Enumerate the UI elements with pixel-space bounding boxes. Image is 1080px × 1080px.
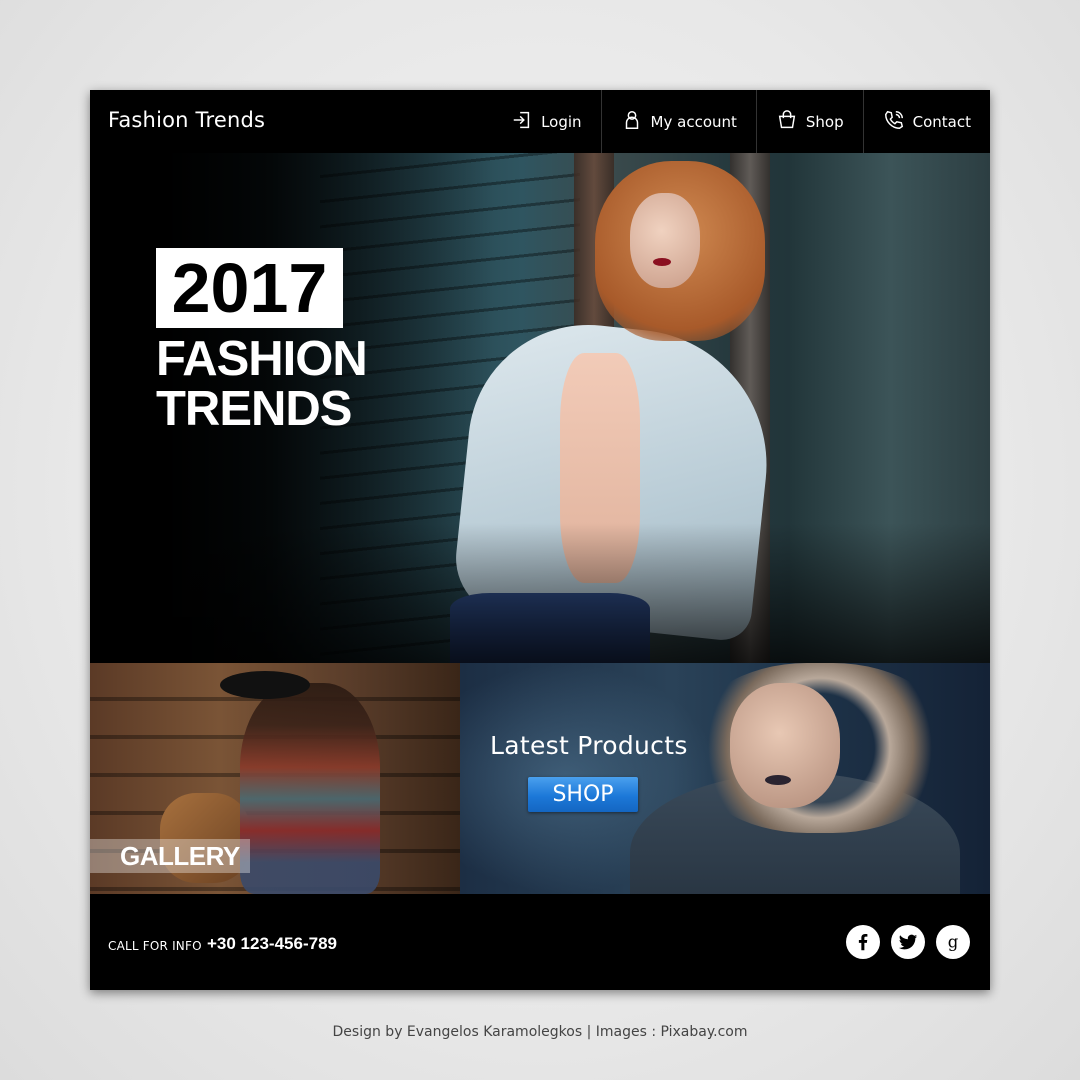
gallery-link[interactable]: GALLERY [120,841,240,872]
page-frame: Fashion Trends Login My account Shop Con… [90,90,990,990]
social-links: g [846,925,970,959]
hero-model-lips [653,258,671,266]
twitter-icon[interactable] [891,925,925,959]
main-nav: Login My account Shop Contact [492,90,990,153]
nav-my-account-label: My account [650,112,737,131]
latest-products-panel: Latest Products SHOP [460,663,990,894]
header: Fashion Trends Login My account Shop Con… [90,90,990,153]
gallery-model [240,683,380,894]
nav-my-account[interactable]: My account [602,90,756,153]
call-for-info-label: CALL FOR INFO [108,939,202,953]
latest-model-face [730,683,840,808]
phone-icon [883,109,905,135]
nav-contact-label: Contact [912,112,971,131]
user-icon [621,109,643,135]
nav-shop-label: Shop [805,112,844,131]
hero-headline-line2: TRENDS [156,382,352,436]
google-icon[interactable]: g [936,925,970,959]
hero-title: 2017 FASHION TRENDS [156,248,368,436]
hero-model-face [630,193,700,288]
design-credit: Design by Evangelos Karamolegkos | Image… [332,1024,748,1040]
footer: CALL FOR INFO +30 123-456-789 g [90,894,990,990]
latest-model-lips [765,775,791,785]
hero-shadow [90,523,990,663]
site-logo[interactable]: Fashion Trends [108,108,265,132]
facebook-icon[interactable] [846,925,880,959]
nav-login-label: Login [541,112,582,131]
svg-text:g: g [948,933,959,952]
hero-year: 2017 [156,248,343,328]
nav-login[interactable]: Login [492,90,600,153]
hero-headline-line1: FASHION [156,332,368,386]
latest-products-title: Latest Products [490,731,688,760]
gallery-panel[interactable]: GALLERY [90,663,460,894]
nav-contact[interactable]: Contact [864,90,990,153]
hero-headline: FASHION TRENDS [156,332,368,436]
shop-button[interactable]: SHOP [528,777,638,812]
nav-shop[interactable]: Shop [757,90,863,153]
gallery-model-hat [220,671,310,699]
hero-banner: 2017 FASHION TRENDS [90,153,990,663]
login-icon [511,109,533,135]
phone-number[interactable]: +30 123-456-789 [207,934,337,954]
shopping-bag-icon [776,109,798,135]
